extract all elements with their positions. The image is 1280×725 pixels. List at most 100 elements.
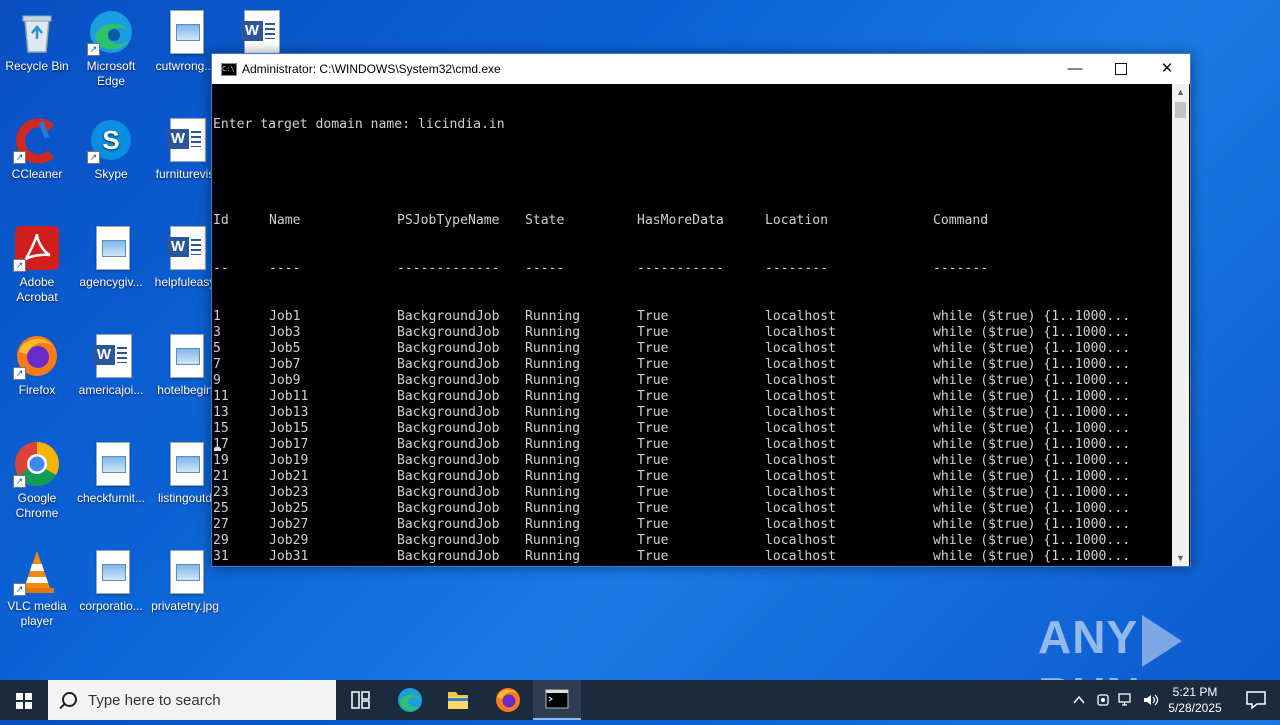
desktop-icon-microsoft-edge[interactable]: ↗ Microsoft Edge <box>74 8 148 89</box>
cell-command: while ($true) {1..1000... <box>933 453 1131 468</box>
svg-text:S: S <box>102 125 119 155</box>
taskbar-clock[interactable]: 5:21 PM 5/28/2025 <box>1162 684 1228 716</box>
job-table-body: 1 Job1 BackgroundJob Running True localhost wh… <box>213 309 1130 565</box>
desktop-icon-recycle-bin[interactable]: Recycle Bin <box>0 8 74 74</box>
cell-ps-job-type: BackgroundJob <box>397 421 500 436</box>
desktop-icon-ccleaner[interactable]: ↗ CCleaner <box>0 116 74 182</box>
firefox-icon <box>496 688 520 712</box>
desktop-icon-vlc[interactable]: ↗ VLC media player <box>0 548 74 629</box>
desktop-icon-file[interactable]: W <box>222 8 296 59</box>
cell-ps-job-type: BackgroundJob <box>397 501 500 516</box>
cell-name: Job17 <box>269 437 309 452</box>
cell-has-more-data: True <box>637 357 669 372</box>
desktop-icon-google-chrome[interactable]: ↗ Google Chrome <box>0 440 74 521</box>
cell-ps-job-type: BackgroundJob <box>397 517 500 532</box>
edge-icon: ↗ <box>87 8 135 56</box>
cell-command: while ($true) {1..1000... <box>933 357 1131 372</box>
chevron-up-icon[interactable] <box>1072 693 1086 707</box>
start-button[interactable] <box>0 680 48 720</box>
cell-has-more-data: ----------- <box>637 261 724 276</box>
cell-name: Job19 <box>269 453 309 468</box>
desktop-icon-file[interactable]: corporatio... <box>74 548 148 614</box>
network-icon[interactable] <box>1118 692 1134 708</box>
cell-ps-job-type: BackgroundJob <box>397 549 500 564</box>
minimize-icon: — <box>1067 60 1083 77</box>
word-document-icon: W <box>235 8 283 56</box>
cell-ps-job-type: BackgroundJob <box>397 325 500 340</box>
desktop-icon-firefox[interactable]: ↗ Firefox <box>0 332 74 398</box>
cell-has-more-data: True <box>637 501 669 516</box>
cell-state: Running <box>525 341 581 356</box>
desktop-icon-file[interactable]: agencygiv... <box>74 224 148 290</box>
cell-state: Running <box>525 357 581 372</box>
cell-command: while ($true) {1..1000... <box>933 549 1131 564</box>
cell-id: 25 <box>213 501 229 516</box>
taskbar-search-box[interactable]: Type here to search <box>48 680 336 720</box>
scroll-thumb[interactable] <box>1175 102 1186 118</box>
window-titlebar[interactable]: C:\ Administrator: C:\WINDOWS\System32\c… <box>212 54 1190 84</box>
cell-location: localhost <box>765 405 836 420</box>
cell-state: Running <box>525 485 581 500</box>
action-center-button[interactable] <box>1232 680 1280 720</box>
cell-has-more-data: True <box>637 309 669 324</box>
desktop-icon-adobe-acrobat[interactable]: ↗ Adobe Acrobat <box>0 224 74 305</box>
desktop-icon-label: Skype <box>94 167 128 181</box>
close-button[interactable]: ✕ <box>1144 54 1190 84</box>
task-view-icon <box>351 691 370 709</box>
cell-id: 19 <box>213 453 229 468</box>
cell-command: while ($true) {1..1000... <box>933 405 1131 420</box>
cell-ps-job-type: BackgroundJob <box>397 357 500 372</box>
word-document-icon: W <box>161 116 209 164</box>
shortcut-arrow-icon: ↗ <box>13 367 26 380</box>
notification-icon <box>1246 691 1266 710</box>
scroll-up-arrow-icon[interactable]: ▲ <box>1172 84 1189 100</box>
cell-ps-job-type: BackgroundJob <box>397 389 500 404</box>
desktop-icon-label: americajoi... <box>78 383 144 397</box>
image-file-icon <box>161 548 209 596</box>
console-output: Enter target domain name: licindia.in Id… <box>213 85 1130 566</box>
cell-id: 27 <box>213 517 229 532</box>
volume-icon[interactable] <box>1142 692 1160 708</box>
taskbar-file-explorer-button[interactable] <box>434 680 482 720</box>
table-separator-row: -- ---- ------------- ----- ----------- -----… <box>213 261 988 277</box>
cell-has-more-data: True <box>637 373 669 388</box>
cell-state: Running <box>525 469 581 484</box>
desktop-icon-file[interactable]: W americajoi... <box>74 332 148 398</box>
cell-name: Job21 <box>269 469 309 484</box>
job-row: 11 Job11 BackgroundJob Running True localhost… <box>213 389 1130 405</box>
vertical-scrollbar[interactable]: ▲ ▼ <box>1172 84 1189 566</box>
cell-state: Running <box>525 389 581 404</box>
desktop-icon-skype[interactable]: S ↗ Skype <box>74 116 148 182</box>
cell-state: Running <box>525 437 581 452</box>
cell-name: ---- <box>269 261 301 276</box>
cell-id: 11 <box>213 389 229 404</box>
console-area[interactable]: Enter target domain name: licindia.in Id… <box>212 84 1172 566</box>
security-icon[interactable] <box>1096 692 1110 708</box>
job-row: 9 Job9 BackgroundJob Running True localhost wh… <box>213 373 1130 389</box>
cell-ps-job-type: BackgroundJob <box>397 453 500 468</box>
cell-location: localhost <box>765 437 836 452</box>
cell-command: while ($true) {1..1000... <box>933 373 1131 388</box>
cell-location: localhost <box>765 517 836 532</box>
taskbar-edge-button[interactable] <box>386 680 434 720</box>
watermark-text: RUN <box>1038 668 1141 680</box>
cell-name: Job15 <box>269 421 309 436</box>
task-view-button[interactable] <box>336 680 384 720</box>
cell-location: Location <box>765 213 829 228</box>
cell-has-more-data: True <box>637 325 669 340</box>
taskbar-cmd-button[interactable] <box>533 680 581 720</box>
cell-id: 3 <box>213 325 221 340</box>
taskbar-firefox-button[interactable] <box>484 680 532 720</box>
cell-id: 5 <box>213 341 221 356</box>
cell-state: Running <box>525 453 581 468</box>
maximize-button[interactable] <box>1098 54 1144 84</box>
minimize-button[interactable]: — <box>1052 54 1098 84</box>
desktop-icon-label: Recycle Bin <box>5 59 69 73</box>
shortcut-arrow-icon: ↗ <box>13 475 26 488</box>
cmd-window[interactable]: C:\ Administrator: C:\WINDOWS\System32\c… <box>211 53 1191 567</box>
cell-name: Job5 <box>269 341 301 356</box>
edge-icon <box>398 688 422 712</box>
image-file-icon <box>161 8 209 56</box>
scroll-down-arrow-icon[interactable]: ▼ <box>1172 550 1189 566</box>
desktop-icon-file[interactable]: checkfurnit... <box>74 440 148 506</box>
